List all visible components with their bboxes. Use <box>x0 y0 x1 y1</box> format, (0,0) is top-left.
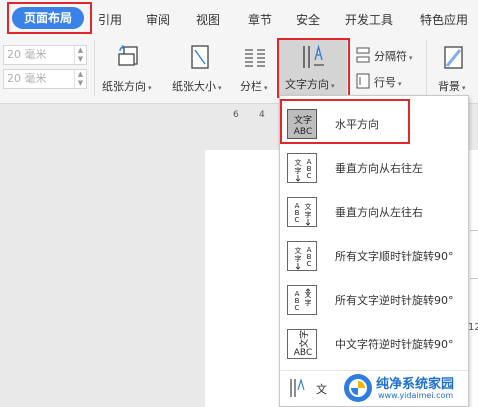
svg-text:字: 字 <box>295 254 302 263</box>
caret-down-icon: ▾ <box>148 84 152 92</box>
paper-size-icon <box>191 45 209 69</box>
watermark-site-name: 纯净系统家园 <box>376 377 455 392</box>
tab-featured-apps[interactable]: 特色应用 <box>420 11 468 28</box>
tab-view[interactable]: 视图 <box>196 11 220 28</box>
page-background-button[interactable]: 背景 ▾ <box>432 42 478 97</box>
margin-top-value: 20 毫米 <box>7 48 47 61</box>
menu-item-label: 垂直方向从左往右 <box>335 206 423 219</box>
text-direction-label: 文字方向 <box>285 78 329 91</box>
menu-footer-label: 文 <box>316 383 327 396</box>
text-direction-icon <box>290 378 305 397</box>
svg-text:文: 文 <box>295 246 302 255</box>
menu-item-label: 所有文字顺时针旋转90° <box>335 250 454 263</box>
svg-text:C: C <box>307 172 312 180</box>
columns-label: 分栏 <box>240 80 262 93</box>
menu-item-vertical-ltr[interactable]: ABC 文字 垂直方向从左往右 <box>280 190 468 234</box>
menu-item-cjk-rotate-ccw[interactable]: 文字 ABC 中文字符逆时针旋转90° <box>280 322 468 366</box>
spin-arrows-icon[interactable]: ▲ ▼ <box>74 46 86 64</box>
cjk-rotate-ccw-icon: 文字 ABC <box>287 329 317 359</box>
svg-text:ABC: ABC <box>294 348 312 358</box>
document-text-fragment: 12 <box>468 322 478 333</box>
margin-bottom-value: 20 毫米 <box>7 72 47 85</box>
line-numbers-icon <box>356 73 370 89</box>
paper-orientation-button[interactable]: 纸张方向 ▾ <box>100 42 160 97</box>
menu-item-label: 垂直方向从右往左 <box>335 162 423 175</box>
caret-down-icon: ▾ <box>398 80 402 88</box>
site-watermark: 纯净系统家园 www.yidaimei.com <box>340 370 478 407</box>
text-direction-icon <box>303 44 324 68</box>
tab-references[interactable]: 引用 <box>98 11 122 28</box>
page-break-icon <box>356 47 370 63</box>
menu-item-label: 中文字符逆时针旋转90° <box>335 338 454 351</box>
vertical-ltr-icon: ABC 文字 <box>287 197 317 227</box>
spin-arrows-icon[interactable]: ▲ ▼ <box>74 70 86 88</box>
ruler-mark: 6 <box>233 110 239 120</box>
columns-icon <box>245 49 265 67</box>
caret-down-icon: ▾ <box>409 54 413 62</box>
menu-item-label: 水平方向 <box>335 118 379 131</box>
watermark-logo-icon <box>344 374 372 402</box>
menu-item-label: 所有文字逆时针旋转90° <box>335 294 454 307</box>
text-direction-menu: 文字 ABC 水平方向 ABC 文字 垂直方向从右往左 ABC 文字 垂直方向从… <box>279 95 469 407</box>
svg-text:字: 字 <box>305 210 312 219</box>
paper-orientation-label: 纸张方向 <box>102 80 146 93</box>
ruler-mark: 4 <box>259 110 265 120</box>
rotate-ccw-icon: ABC 文字 <box>287 285 317 315</box>
tab-security[interactable]: 安全 <box>296 11 320 28</box>
ribbon-divider <box>426 40 427 96</box>
paper-size-button[interactable]: 纸张大小 ▾ <box>170 42 232 97</box>
page-break-button[interactable]: 分隔符 ▾ <box>354 46 424 66</box>
page-background-label: 背景 <box>438 80 460 93</box>
svg-text:ABC: ABC <box>294 127 312 137</box>
page-background-icon <box>444 46 463 69</box>
caret-down-icon: ▾ <box>264 84 268 92</box>
watermark-site-url: www.yidaimei.com <box>378 391 454 400</box>
line-numbers-label: 行号 <box>374 76 396 89</box>
horizontal-text-icon: 文字 ABC <box>287 109 317 139</box>
menu-item-rotate-ccw[interactable]: ABC 文字 所有文字逆时针旋转90° <box>280 278 468 322</box>
document-line <box>470 278 478 279</box>
margin-top-input[interactable]: 20 毫米 ▲ ▼ <box>3 45 87 65</box>
tab-section[interactable]: 章节 <box>248 11 272 28</box>
svg-text:C: C <box>295 304 300 312</box>
document-line <box>470 230 478 231</box>
rotate-cw-icon: ABC 文字 <box>287 241 317 271</box>
caret-down-icon: ▾ <box>462 84 466 92</box>
svg-text:文: 文 <box>305 202 312 211</box>
caret-down-icon: ▾ <box>331 82 335 90</box>
menu-item-horizontal[interactable]: 文字 ABC 水平方向 <box>280 102 468 146</box>
tab-page-layout[interactable]: 页面布局 <box>12 7 84 29</box>
margin-bottom-input[interactable]: 20 毫米 ▲ ▼ <box>3 69 87 89</box>
columns-button[interactable]: 分栏 ▾ <box>238 42 276 97</box>
vertical-rtl-icon: ABC 文字 <box>287 153 317 183</box>
page-break-label: 分隔符 <box>374 50 407 63</box>
menu-item-rotate-cw[interactable]: ABC 文字 所有文字顺时针旋转90° <box>280 234 468 278</box>
svg-text:字: 字 <box>305 298 312 307</box>
svg-text:文字: 文字 <box>298 330 310 348</box>
svg-text:C: C <box>295 216 300 224</box>
text-direction-button[interactable]: 文字方向 ▾ <box>279 40 347 97</box>
paper-orientation-icon <box>118 45 138 66</box>
paper-size-label: 纸张大小 <box>172 80 216 93</box>
menu-item-vertical-rtl[interactable]: ABC 文字 垂直方向从右往左 <box>280 146 468 190</box>
ribbon-tab-bar: 页面布局 引用 审阅 视图 章节 安全 开发工具 特色应用 <box>0 0 478 36</box>
caret-down-icon: ▾ <box>218 84 222 92</box>
line-numbers-button[interactable]: 行号 ▾ <box>354 72 414 92</box>
svg-text:文: 文 <box>295 158 302 167</box>
svg-text:C: C <box>307 260 312 268</box>
tab-developer-tools[interactable]: 开发工具 <box>345 11 393 28</box>
ribbon-divider <box>94 40 95 96</box>
svg-text:字: 字 <box>295 166 302 175</box>
svg-text:文字: 文字 <box>294 114 312 126</box>
tab-review[interactable]: 审阅 <box>146 11 170 28</box>
